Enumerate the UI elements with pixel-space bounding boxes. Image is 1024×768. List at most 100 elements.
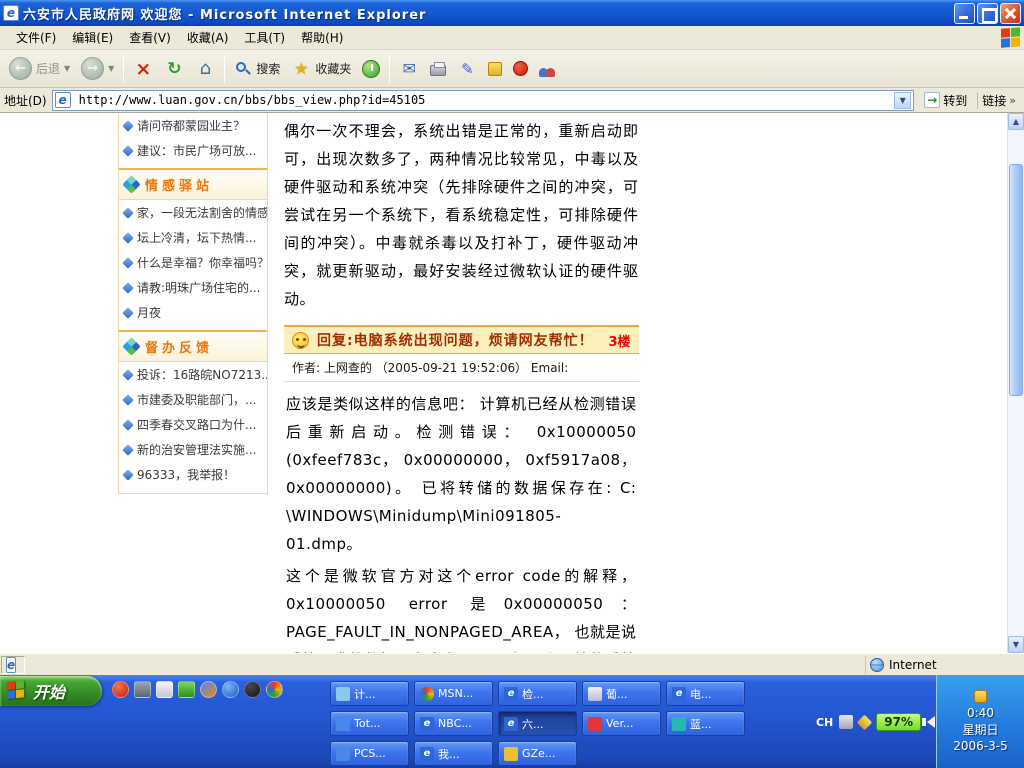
task-button[interactable]: 蓝... <box>666 711 745 736</box>
forward-button[interactable]: → ▼ <box>76 54 119 83</box>
scroll-up-icon[interactable]: ▲ <box>1008 113 1024 130</box>
task-label: Tot... <box>354 717 380 730</box>
reply-text: 偶尔一次不理会，系统出错是正常的，重新启动即可，出现次数多了，两种情况比较常见，… <box>284 117 639 313</box>
go-arrow-icon <box>924 92 940 108</box>
go-button[interactable]: 转到 <box>919 91 972 110</box>
address-input[interactable] <box>79 92 891 109</box>
quicklaunch-icon-1[interactable] <box>112 681 129 698</box>
task-label: 检... <box>522 686 544 702</box>
sidebar-topic-link[interactable]: 什么是幸福？你幸福吗？ <box>119 250 267 275</box>
favorites-button[interactable]: 收藏夹 <box>286 56 356 82</box>
quicklaunch-icon-2[interactable] <box>134 681 151 698</box>
history-icon <box>362 60 380 78</box>
task-button[interactable]: NBC... <box>414 711 493 736</box>
internet-globe-icon <box>870 658 884 672</box>
task-button[interactable]: 葡... <box>582 681 661 706</box>
scrollbar-track[interactable] <box>1008 130 1024 636</box>
task-button[interactable]: 电... <box>666 681 745 706</box>
vertical-scrollbar[interactable]: ▲ ▼ <box>1007 113 1024 653</box>
bullet-icon <box>122 369 133 380</box>
address-dropdown-icon[interactable]: ▼ <box>894 92 911 109</box>
task-button[interactable]: PCS... <box>330 741 409 766</box>
back-dropdown-icon[interactable]: ▼ <box>64 64 70 73</box>
topic-label: 建议：市民广场可放... <box>137 142 256 159</box>
task-button[interactable]: MSN... <box>414 681 493 706</box>
status-page-cell <box>1 656 25 674</box>
topic-label: 家，一段无法割舍的情感 <box>137 204 267 221</box>
topic-label: 投诉：16路皖NO7213... <box>137 366 267 383</box>
mail-button[interactable] <box>394 56 424 82</box>
input-method-indicator[interactable]: CH <box>816 716 833 729</box>
sidebar-topic-link[interactable]: 坛上冷清，坛下热情... <box>119 225 267 250</box>
quicklaunch-icon-ie[interactable] <box>222 681 239 698</box>
history-button[interactable] <box>357 57 385 81</box>
toolbar-separator <box>224 55 225 83</box>
volume-icon[interactable] <box>927 716 935 728</box>
topic-label: 请问帝都蒙园业主？ <box>137 117 245 134</box>
home-button[interactable] <box>190 56 220 82</box>
sidebar-topic-link[interactable]: 家，一段无法割舍的情感 <box>119 200 267 225</box>
refresh-button[interactable] <box>159 56 189 82</box>
task-button[interactable]: 检... <box>498 681 577 706</box>
qq-button[interactable] <box>508 58 533 79</box>
task-button[interactable]: GZe... <box>498 741 577 766</box>
forward-dropdown-icon[interactable]: ▼ <box>108 64 114 73</box>
task-label: 计... <box>354 686 376 702</box>
sidebar-topic-link[interactable]: 请教:明珠广场住宅的... <box>119 275 267 300</box>
task-button[interactable]: Tot... <box>330 711 409 736</box>
sidebar-topic-link[interactable]: 建议：市民广场可放... <box>119 138 267 163</box>
quicklaunch-icon-qq[interactable] <box>244 681 261 698</box>
back-button[interactable]: ← 后退 ▼ <box>4 54 75 83</box>
task-button[interactable]: 计... <box>330 681 409 706</box>
sidebar-topic-link[interactable]: 市建委及职能部门，... <box>119 387 267 412</box>
maximize-button[interactable] <box>977 3 998 24</box>
desktop: 六安市人民政府网 欢迎您 - Microsoft Internet Explor… <box>0 0 1024 768</box>
stop-button[interactable] <box>128 56 158 82</box>
back-label: 后退 <box>36 60 60 77</box>
print-button[interactable] <box>425 58 451 79</box>
menu-help[interactable]: 帮助(H) <box>293 26 351 49</box>
task-label: 蓝... <box>690 716 712 732</box>
sidebar-topic-link[interactable]: 月夜 <box>119 300 267 325</box>
menu-view[interactable]: 查看(V) <box>121 26 179 49</box>
sidebar-topic-link[interactable]: 新的治安管理法实施... <box>119 437 267 462</box>
sidebar-topic-link[interactable]: 四季春交叉路口为什... <box>119 412 267 437</box>
edit-button[interactable] <box>452 56 482 82</box>
task-button[interactable]: 我... <box>414 741 493 766</box>
section-diamond-icon <box>122 175 140 193</box>
menu-file[interactable]: 文件(F) <box>8 26 64 49</box>
start-button[interactable]: 开始 <box>0 676 102 706</box>
quicklaunch-icon-5[interactable] <box>200 681 217 698</box>
task-icon <box>504 687 518 701</box>
task-button-active[interactable]: 六... <box>498 711 577 736</box>
menu-tools[interactable]: 工具(T) <box>236 26 293 49</box>
scrollbar-thumb[interactable] <box>1009 164 1023 396</box>
netmeeting-button[interactable] <box>534 57 562 80</box>
battery-indicator[interactable]: 97% <box>876 713 921 731</box>
links-bar[interactable]: 链接 » <box>977 92 1020 109</box>
tray-keyboard-icon[interactable] <box>839 715 853 729</box>
task-button[interactable]: Ver... <box>582 711 661 736</box>
tray-help-icon[interactable] <box>857 714 873 730</box>
sidebar-topic-link[interactable]: 96333，我举报！ <box>119 462 267 487</box>
sidebar-topic-link[interactable]: 请问帝都蒙园业主？ <box>119 113 267 138</box>
smiley-icon <box>292 332 309 349</box>
menu-favorites[interactable]: 收藏(A) <box>179 26 237 49</box>
menu-edit[interactable]: 编辑(E) <box>64 26 121 49</box>
sidebar-section-emotion: 情感驿站 <box>119 168 267 200</box>
messenger-button[interactable] <box>483 59 507 79</box>
scroll-down-icon[interactable]: ▼ <box>1008 636 1024 653</box>
minimize-button[interactable] <box>954 3 975 24</box>
close-button[interactable] <box>1000 3 1021 24</box>
task-label: GZe... <box>522 747 555 760</box>
topic-label: 新的治安管理法实施... <box>137 441 256 458</box>
quicklaunch-icon-3[interactable] <box>156 681 173 698</box>
search-button[interactable]: 搜索 <box>229 57 285 81</box>
quicklaunch-icon-8[interactable] <box>266 681 283 698</box>
sidebar-topic-link[interactable]: 投诉：16路皖NO7213... <box>119 362 267 387</box>
taskbar-clock[interactable]: 0:40 星期日 2006-3-5 <box>936 675 1024 768</box>
bullet-icon <box>122 207 133 218</box>
quicklaunch-icon-4[interactable] <box>178 681 195 698</box>
links-chevron-icon[interactable]: » <box>1009 94 1016 107</box>
window-titlebar: 六安市人民政府网 欢迎您 - Microsoft Internet Explor… <box>0 0 1024 26</box>
